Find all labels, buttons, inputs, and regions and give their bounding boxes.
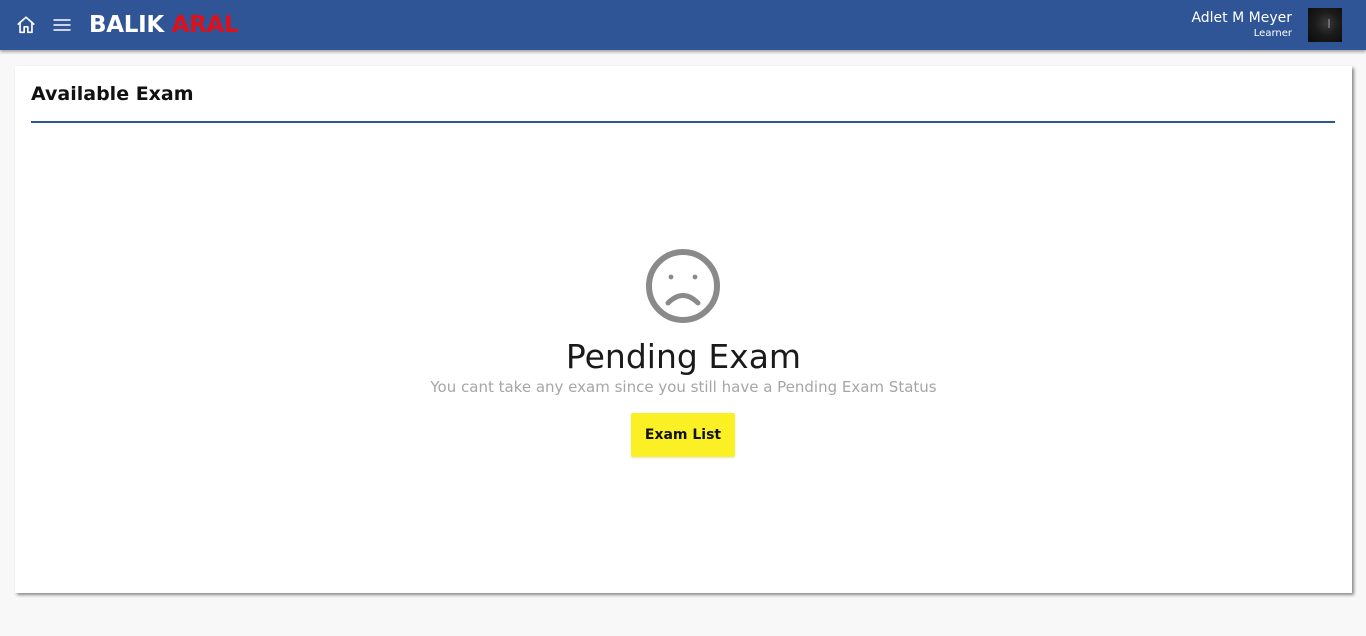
user-role: Learner [1253, 28, 1292, 39]
empty-state-message: You cant take any exam since you still h… [430, 378, 937, 396]
available-exam-card: Available Exam Pending Exam You cant tak… [15, 66, 1352, 593]
exam-list-button[interactable]: Exam List [631, 413, 735, 457]
sad-face-icon [644, 247, 722, 325]
avatar-detail [1328, 19, 1330, 28]
hamburger-menu-icon [53, 19, 71, 31]
user-name[interactable]: Adlet M Meyer [1191, 9, 1292, 27]
brand-text-primary: BALIK [89, 12, 164, 38]
home-button[interactable] [15, 14, 37, 36]
top-navbar: BALIK ARAL Adlet M Meyer Learner [0, 0, 1366, 50]
page-title: Available Exam [31, 83, 194, 105]
menu-button[interactable] [52, 15, 72, 35]
empty-state-title: Pending Exam [565, 337, 802, 376]
home-icon [17, 16, 35, 34]
title-divider [31, 121, 1335, 123]
user-avatar[interactable] [1308, 8, 1342, 42]
brand-text-accent: ARAL [171, 12, 239, 38]
brand-logo[interactable]: BALIK ARAL [89, 10, 239, 40]
